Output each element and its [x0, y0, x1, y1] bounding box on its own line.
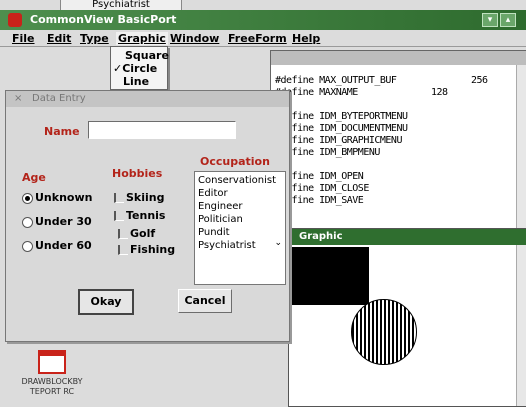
- black-square-shape: [289, 247, 369, 305]
- graphic-vertical-scrollbar[interactable]: [516, 245, 526, 406]
- code-line: #define IDM_DOCUMENTMENU: [275, 123, 408, 134]
- app-title: CommonView BasicPort: [30, 13, 177, 26]
- menu-type[interactable]: Type: [80, 32, 109, 45]
- app-logo-icon: [8, 13, 22, 27]
- hobby-fishing[interactable]: Fishing: [118, 243, 175, 256]
- code-line: #define IDM_BYTEPORTMENU: [275, 111, 408, 122]
- desktop-icon-label[interactable]: DRAWBLOCKBY TEPORT RC: [2, 377, 102, 397]
- name-label: Name: [44, 125, 80, 138]
- radio-icon[interactable]: [22, 216, 33, 228]
- graphic-menu-dropdown: Square ✓Circle Line: [110, 46, 169, 90]
- age-option-under-30[interactable]: Under 30: [22, 215, 92, 228]
- graphic-window-title: Graphic: [299, 231, 343, 242]
- code-line: #define IDM_GRAPHICMENU: [275, 135, 402, 146]
- radio-selected-icon[interactable]: [22, 192, 33, 204]
- close-icon[interactable]: ×: [14, 93, 22, 104]
- hobbies-label: Hobbies: [112, 167, 163, 180]
- age-option-under-60[interactable]: Under 60: [22, 239, 92, 252]
- hobby-tennis[interactable]: Tennis: [114, 209, 165, 222]
- maximize-icon[interactable]: ▴: [500, 13, 516, 27]
- hobby-golf[interactable]: Golf: [118, 227, 155, 240]
- app-title-bar[interactable]: CommonView BasicPort ▾ ▴: [0, 10, 526, 30]
- chevron-down-icon[interactable]: ⌄: [274, 238, 282, 248]
- menu-bar: File Edit Type Graphic Window FreeForm H…: [0, 30, 526, 47]
- checkbox-icon[interactable]: [118, 245, 128, 255]
- graphic-window: Graphic: [288, 228, 526, 407]
- cancel-button[interactable]: Cancel: [178, 289, 232, 313]
- dialog-caption[interactable]: × Data Entry: [6, 91, 289, 107]
- graphic-window-caption[interactable]: Graphic: [289, 229, 526, 245]
- checkbox-icon[interactable]: [114, 211, 124, 221]
- menu-file[interactable]: File: [12, 32, 35, 45]
- list-item[interactable]: Engineer: [198, 201, 243, 212]
- list-item[interactable]: Conservationist: [198, 175, 276, 186]
- checkbox-icon[interactable]: [114, 193, 124, 203]
- list-item[interactable]: Editor: [198, 188, 228, 199]
- menu-item-line[interactable]: Line: [123, 75, 149, 88]
- code-line: #define IDM_BMPMENU: [275, 147, 380, 158]
- minimize-icon[interactable]: ▾: [482, 13, 498, 27]
- source-code-window: #define MAX_OUTPUT_BUF 256 #define MAXNAME…: [270, 50, 526, 230]
- name-input[interactable]: [88, 121, 236, 139]
- code-window-caption[interactable]: [271, 51, 526, 65]
- okay-button[interactable]: Okay: [78, 289, 134, 315]
- menu-graphic[interactable]: Graphic: [116, 32, 168, 45]
- menu-edit[interactable]: Edit: [47, 32, 71, 45]
- hobby-skiing[interactable]: Skiing: [114, 191, 164, 204]
- window-icon[interactable]: [38, 350, 66, 374]
- menu-window[interactable]: Window: [170, 32, 219, 45]
- code-line: #define MAX_OUTPUT_BUF 256: [275, 75, 488, 86]
- list-item[interactable]: Psychiatrist: [198, 240, 256, 251]
- menu-freeform[interactable]: FreeForm: [228, 32, 287, 45]
- list-item[interactable]: Politician: [198, 214, 243, 225]
- menu-item-circle[interactable]: ✓Circle: [113, 62, 157, 75]
- occupation-label: Occupation: [200, 155, 270, 168]
- menu-item-square[interactable]: Square: [125, 49, 169, 62]
- data-entry-dialog: × Data Entry Name Age Unknown Under 30 U…: [5, 90, 290, 342]
- menu-help[interactable]: Help: [292, 32, 320, 45]
- code-vertical-scrollbar[interactable]: [516, 65, 526, 229]
- age-label: Age: [22, 171, 46, 184]
- radio-icon[interactable]: [22, 240, 33, 252]
- striped-circle-shape: [351, 299, 417, 365]
- list-item[interactable]: Pundit: [198, 227, 230, 238]
- occupation-listbox[interactable]: Conservationist Editor Engineer Politici…: [194, 171, 286, 285]
- checkbox-icon[interactable]: [118, 229, 128, 239]
- dialog-title: Data Entry: [32, 93, 86, 104]
- age-option-unknown[interactable]: Unknown: [22, 191, 92, 204]
